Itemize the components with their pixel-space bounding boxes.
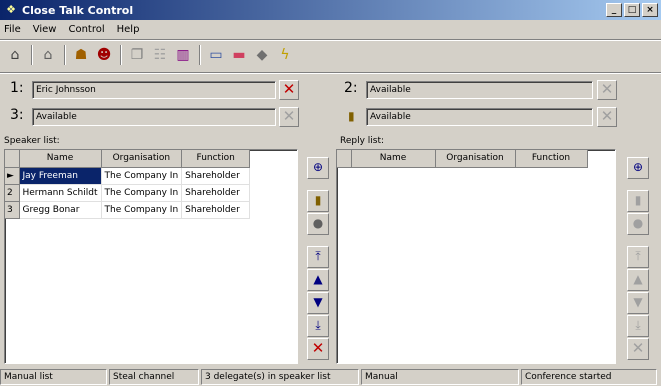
home-icon[interactable]: ⌂ (37, 44, 59, 66)
channel-4-clear-button[interactable]: ✕ (597, 107, 617, 127)
reply-move-up-button[interactable]: ▲ (627, 269, 649, 291)
channel-2-field: Available (366, 81, 593, 99)
channel-3-number: 3: (10, 107, 24, 123)
seat-icon: ▮ (348, 109, 355, 123)
reply-delete-button[interactable]: ✕ (627, 338, 649, 360)
bar-icon[interactable]: ▬ (228, 44, 250, 66)
column-organisation[interactable]: Organisation (435, 150, 516, 168)
copy-icon[interactable]: ❐ (126, 44, 148, 66)
window-title: Close Talk Control (22, 3, 134, 17)
speaker-move-top-button[interactable]: ⤒ (307, 246, 329, 268)
channel-1-number: 1: (10, 80, 24, 96)
speaker-list-label: Speaker list: (4, 136, 60, 146)
speaker-seat-button[interactable]: ▮ (307, 190, 329, 212)
row-name[interactable]: Gregg Bonar (19, 201, 102, 219)
speaker-move-down-button[interactable]: ▼ (307, 292, 329, 314)
tree-icon[interactable]: ☷ (149, 44, 171, 66)
menu-bar: File View Control Help (0, 20, 661, 38)
status-channel-mode: Steal channel (109, 369, 199, 385)
column-name[interactable]: Name (19, 150, 102, 168)
speaker-move-bottom-button[interactable]: ⤓ (307, 315, 329, 337)
toolbar: ⌂ ⌂ ☗ ☻ ❐ ☷ ▥ ▭ ▬ ◆ ϟ (0, 41, 661, 69)
close-button[interactable]: × (642, 3, 658, 17)
chart-icon[interactable]: ▥ (172, 44, 194, 66)
people-icon[interactable]: ☗ (70, 44, 92, 66)
table-row[interactable]: 2 Hermann Schildt The Company In Shareho… (5, 184, 251, 202)
reply-seat-button[interactable]: ▮ (627, 190, 649, 212)
status-conference: Conference started (521, 369, 657, 385)
row-name[interactable]: Jay Freeman (19, 167, 102, 185)
monitor-icon[interactable]: ▭ (205, 44, 227, 66)
row-function[interactable]: Shareholder (181, 184, 251, 202)
channel-2-number: 2: (344, 80, 358, 96)
maximize-button[interactable]: □ (624, 3, 640, 17)
row-function[interactable]: Shareholder (181, 201, 251, 219)
toolbar-separator (31, 45, 33, 65)
reply-list-grid: Name Organisation Function (336, 149, 616, 364)
toolbar-separator (199, 45, 201, 65)
reply-list-label: Reply list: (340, 136, 385, 146)
title-bar: ❖ Close Talk Control _ □ × (0, 0, 661, 20)
status-reply-mode: Manual (361, 369, 519, 385)
status-delegate-count: 3 delegate(s) in speaker list (201, 369, 359, 385)
status-list-mode: Manual list (0, 369, 107, 385)
channel-1-field: Eric Johnsson (32, 81, 276, 99)
channel-3-field: Available (32, 108, 276, 126)
speaker-list-grid: Name Organisation Function ► Jay Freeman… (4, 149, 298, 364)
menu-control[interactable]: Control (62, 24, 110, 35)
toolbar-separator (64, 45, 66, 65)
app-icon: ❖ (6, 3, 16, 16)
row-name[interactable]: Hermann Schildt (19, 184, 102, 202)
table-header: Name Organisation Function (5, 150, 251, 168)
menu-view[interactable]: View (27, 24, 63, 35)
column-function[interactable]: Function (515, 150, 588, 168)
row-indicator: 2 (5, 184, 20, 202)
minimize-button[interactable]: _ (606, 3, 622, 17)
reply-move-top-button[interactable]: ⤒ (627, 246, 649, 268)
status-bar: Manual list Steal channel 3 delegate(s) … (0, 368, 661, 386)
row-function[interactable]: Shareholder (181, 167, 251, 185)
channel-1-clear-button[interactable]: ✕ (279, 80, 299, 100)
toolbar-separator (120, 45, 122, 65)
row-organisation[interactable]: The Company In (101, 167, 183, 185)
column-organisation[interactable]: Organisation (101, 150, 183, 168)
row-organisation[interactable]: The Company In (101, 184, 183, 202)
menu-file[interactable]: File (0, 24, 27, 35)
table-header: Name Organisation Function (337, 150, 588, 168)
reply-move-bottom-button[interactable]: ⤓ (627, 315, 649, 337)
table-row[interactable]: ► Jay Freeman The Company In Shareholder (5, 167, 251, 185)
channel-4-field: Available (366, 108, 593, 126)
channel-3-clear-button[interactable]: ✕ (279, 107, 299, 127)
menu-help[interactable]: Help (111, 24, 146, 35)
lightning-icon[interactable]: ϟ (274, 44, 296, 66)
door-icon[interactable]: ⌂ (4, 44, 26, 66)
speaker-move-up-button[interactable]: ▲ (307, 269, 329, 291)
reply-mic-button[interactable]: ● (627, 213, 649, 235)
channel-2-clear-button[interactable]: ✕ (597, 80, 617, 100)
column-name[interactable]: Name (351, 150, 436, 168)
row-organisation[interactable]: The Company In (101, 201, 183, 219)
speaker-mic-button[interactable]: ● (307, 213, 329, 235)
row-indicator: 3 (5, 201, 20, 219)
megaphone-icon[interactable]: ◆ (251, 44, 273, 66)
reply-add-button[interactable]: ⊕ (627, 157, 649, 179)
person-icon[interactable]: ☻ (93, 44, 115, 66)
speaker-delete-button[interactable]: ✕ (307, 338, 329, 360)
table-row[interactable]: 3 Gregg Bonar The Company In Shareholder (5, 201, 251, 219)
indicator-header (337, 150, 352, 168)
speaker-add-button[interactable]: ⊕ (307, 157, 329, 179)
indicator-header (5, 150, 20, 168)
reply-move-down-button[interactable]: ▼ (627, 292, 649, 314)
toolbar-divider (0, 72, 661, 74)
column-function[interactable]: Function (181, 150, 251, 168)
row-indicator: ► (5, 167, 20, 185)
